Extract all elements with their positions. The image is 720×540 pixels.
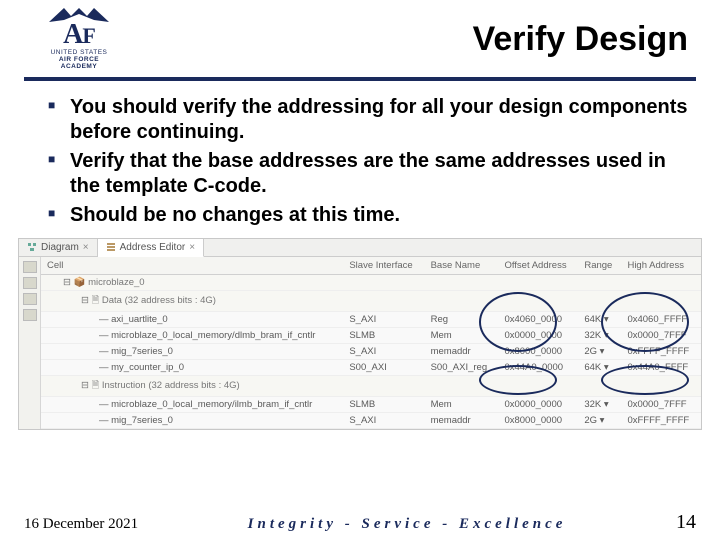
bullet-item: You should verify the addressing for all…	[48, 95, 688, 145]
col-offset[interactable]: Offset Address	[498, 257, 578, 275]
table-row[interactable]: — mig_7series_0S_AXImemaddr0x8000_00002G…	[41, 412, 701, 428]
address-editor-screenshot: Diagram × Address Editor × Cell Slave In…	[18, 238, 702, 430]
table-row[interactable]: ⊟ 🗎 Data (32 address bits : 4G)	[41, 290, 701, 311]
table-row[interactable]: — my_counter_ip_0S00_AXIS00_AXI_reg0x44A…	[41, 359, 701, 375]
toolbar-icon[interactable]	[23, 277, 37, 289]
close-icon[interactable]: ×	[189, 242, 195, 253]
af-academy-logo: AF UNITED STATES AIR FORCE ACADEMY	[24, 8, 134, 71]
af-monogram: AF	[63, 22, 95, 47]
tab-diagram[interactable]: Diagram ×	[19, 239, 98, 256]
table-row[interactable]: — axi_uartlite_0S_AXIReg0x4060_000064K ▾…	[41, 311, 701, 327]
table-row[interactable]: ⊟ 🗎 Instruction (32 address bits : 4G)	[41, 375, 701, 396]
toolbar-icon[interactable]	[23, 293, 37, 305]
table-row[interactable]: — microblaze_0_local_memory/dlmb_bram_if…	[41, 327, 701, 343]
slide-title: Verify Design	[134, 20, 688, 59]
col-high[interactable]: High Address	[621, 257, 701, 275]
tab-label: Diagram	[41, 242, 79, 253]
bullet-item: Verify that the base addresses are the s…	[48, 149, 688, 199]
header-rule	[24, 77, 696, 81]
slide-header: AF UNITED STATES AIR FORCE ACADEMY Verif…	[0, 0, 720, 71]
table-row[interactable]: — microblaze_0_local_memory/ilmb_bram_if…	[41, 396, 701, 412]
editor-sidebar	[19, 257, 41, 429]
table-row[interactable]: — mig_7series_0S_AXImemaddr0x8000_00002G…	[41, 343, 701, 359]
address-grid: Cell Slave Interface Base Name Offset Ad…	[41, 257, 701, 429]
col-base[interactable]: Base Name	[425, 257, 499, 275]
toolbar-icon[interactable]	[23, 261, 37, 273]
tab-address-editor[interactable]: Address Editor ×	[98, 239, 204, 257]
col-iface[interactable]: Slave Interface	[343, 257, 424, 275]
close-icon[interactable]: ×	[83, 242, 89, 253]
footer-motto: Integrity - Service - Excellence	[138, 516, 676, 533]
col-cell[interactable]: Cell	[41, 257, 343, 275]
col-range[interactable]: Range	[578, 257, 621, 275]
bullet-item: Should be no changes at this time.	[48, 203, 688, 228]
tab-label: Address Editor	[120, 242, 186, 253]
diagram-icon	[27, 242, 37, 252]
footer-date: 16 December 2021	[24, 516, 138, 533]
toolbar-icon[interactable]	[23, 309, 37, 321]
tab-strip: Diagram × Address Editor ×	[19, 239, 701, 257]
slide-body: You should verify the addressing for all…	[0, 95, 720, 228]
slide-footer: 16 December 2021 Integrity - Service - E…	[0, 511, 720, 534]
bullet-list: You should verify the addressing for all…	[48, 95, 688, 228]
table-row[interactable]: ⊟ 📦 microblaze_0	[41, 274, 701, 290]
logo-subtext: UNITED STATES AIR FORCE ACADEMY	[51, 49, 108, 70]
address-editor-icon	[106, 242, 116, 252]
footer-page-number: 14	[676, 511, 696, 534]
